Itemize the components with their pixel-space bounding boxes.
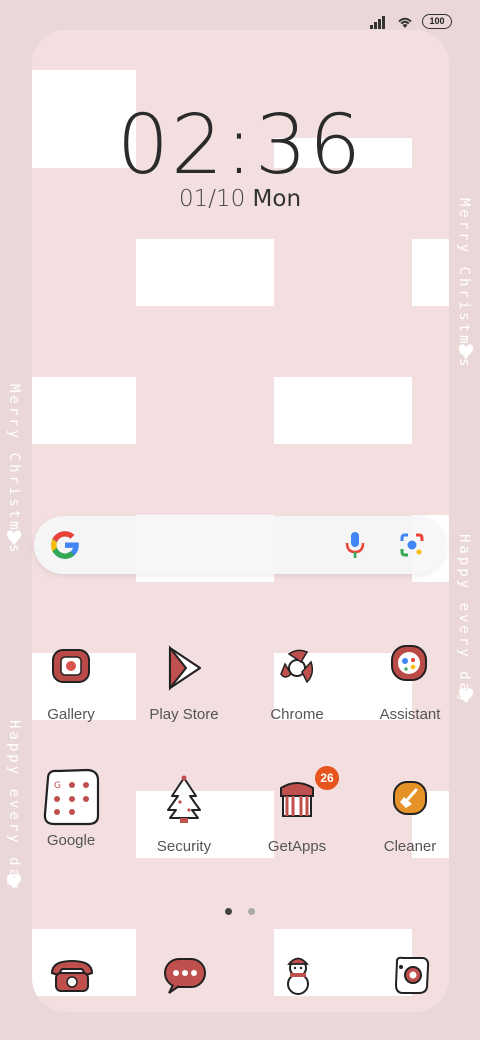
- app-chrome[interactable]: Chrome: [242, 640, 352, 723]
- cleaner-icon: [382, 772, 438, 828]
- page-indicator[interactable]: [0, 900, 480, 919]
- app-label: Gallery: [47, 706, 95, 723]
- app-play-store[interactable]: Play Store: [129, 640, 239, 723]
- page-dot-active: [225, 908, 233, 915]
- app-label: Cleaner: [383, 838, 437, 855]
- app-security[interactable]: Security: [129, 772, 239, 855]
- wifi-icon: [398, 17, 412, 28]
- play-store-icon: [156, 640, 212, 696]
- app-gallery[interactable]: Gallery: [16, 640, 126, 723]
- app-label: Security: [156, 838, 212, 855]
- notification-badge: 26: [315, 766, 339, 790]
- assistant-icon: [382, 640, 438, 696]
- svg-text:G: G: [54, 781, 61, 791]
- app-getapps[interactable]: 26 GetApps: [242, 766, 352, 855]
- page-dot: [247, 908, 255, 915]
- google-folder-icon: G: [40, 766, 102, 828]
- gallery-icon: [43, 640, 99, 696]
- heart-icon: ♥: [5, 870, 23, 894]
- app-label: Assistant: [379, 706, 441, 723]
- status-bar: 100: [370, 14, 452, 29]
- clock-time[interactable]: 02:36: [0, 98, 480, 193]
- phone-icon[interactable]: [44, 953, 100, 997]
- app-label: Google: [46, 832, 96, 849]
- google-search-bar[interactable]: [34, 516, 446, 574]
- heart-icon: ♥: [457, 340, 475, 364]
- clock-date[interactable]: 01/10 Mon: [0, 186, 480, 212]
- security-icon: [156, 772, 212, 828]
- snowman-camera-icon[interactable]: [270, 953, 326, 997]
- google-g-icon: [51, 531, 79, 559]
- app-cleaner[interactable]: Cleaner: [355, 772, 465, 855]
- app-assistant[interactable]: Assistant: [355, 640, 465, 723]
- app-google-folder[interactable]: G Google: [16, 766, 126, 849]
- app-label: GetApps: [267, 838, 327, 855]
- messages-icon[interactable]: [157, 953, 213, 997]
- lens-icon[interactable]: [398, 531, 426, 559]
- battery-icon: 100: [422, 14, 452, 29]
- app-label: Play Store: [149, 706, 219, 723]
- chrome-icon: [269, 640, 325, 696]
- getapps-icon: 26: [269, 766, 339, 828]
- heart-icon: ♥: [5, 526, 23, 550]
- date-month-day: 01/10: [178, 186, 246, 212]
- signal-icon: [370, 15, 385, 29]
- camera-icon[interactable]: [383, 953, 439, 997]
- app-label: Chrome: [270, 706, 324, 723]
- mic-icon[interactable]: [344, 531, 366, 559]
- date-weekday: Mon: [252, 186, 302, 212]
